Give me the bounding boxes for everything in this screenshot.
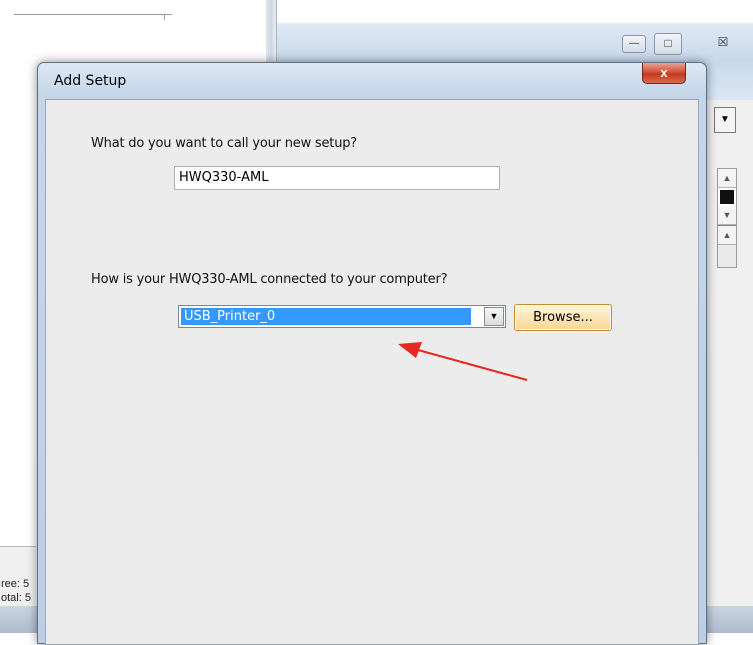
arrow-head (398, 342, 422, 358)
annotation-arrow (398, 342, 528, 381)
arrow-shaft (417, 349, 528, 381)
